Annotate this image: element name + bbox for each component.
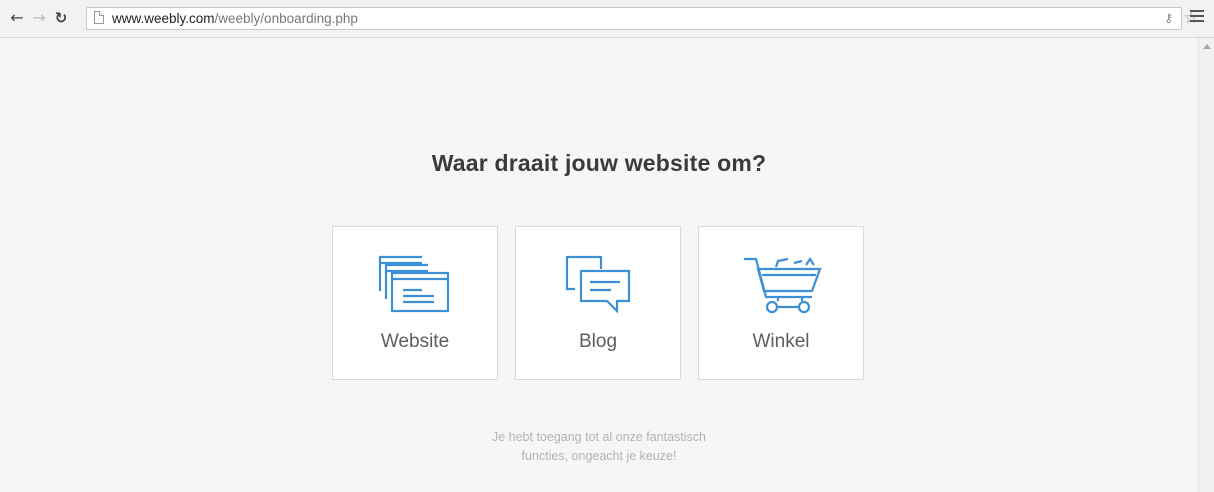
address-bar[interactable]: www.weebly.com/weebly/onboarding.php ⚷ (86, 7, 1182, 30)
browser-toolbar: ← → ↻ www.weebly.com/weebly/onboarding.p… (0, 0, 1214, 38)
scroll-up-arrow-icon[interactable] (1203, 44, 1211, 49)
page-icon (94, 11, 104, 24)
website-icon (378, 255, 450, 313)
page-title: Waar draait jouw website om? (431, 150, 767, 176)
key-icon[interactable]: ⚷ (1164, 11, 1173, 25)
website-option-button[interactable]: Website (332, 226, 498, 380)
winkel-option-button[interactable]: Winkel (698, 226, 864, 380)
forward-arrow-icon[interactable]: → (30, 8, 48, 28)
shopping-cart-icon (744, 257, 822, 314)
menu-icon[interactable] (1190, 10, 1204, 24)
winkel-option-label: Winkel (752, 331, 810, 352)
blog-option-button[interactable]: Blog (515, 226, 681, 380)
url-host: www.weebly.com (112, 11, 215, 26)
address-url[interactable]: www.weebly.com/weebly/onboarding.php (112, 11, 358, 27)
reload-icon[interactable]: ↻ (52, 8, 70, 28)
back-arrow-icon[interactable]: ← (8, 8, 26, 28)
choice-note: Je hebt toegang tot al onze fantastisch … (0, 428, 1198, 466)
website-option-label: Website (380, 331, 450, 352)
blog-icon (565, 255, 631, 314)
onboarding-page: Waar draait jouw website om? Website Blo… (0, 38, 1198, 492)
scrollbar[interactable] (1198, 38, 1214, 492)
choice-note-line-1: Je hebt toegang tot al onze fantastisch (491, 430, 707, 444)
blog-option-label: Blog (578, 331, 618, 352)
url-path: /weebly/onboarding.php (214, 11, 358, 26)
choice-note-line-2: functies, ongeacht je keuze! (521, 449, 677, 463)
